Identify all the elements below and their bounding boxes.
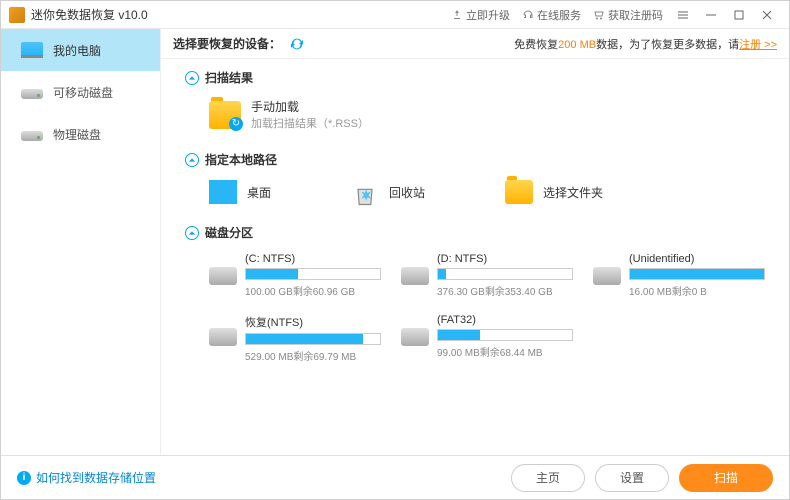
partition-size: 529.00 MB剩余69.79 MB (245, 348, 381, 363)
section-scan-result: 扫描结果 ↻ 手动加载 加载扫描结果（*.RSS） (185, 69, 765, 131)
computer-icon (21, 42, 43, 58)
online-service-link[interactable]: 在线服务 (522, 7, 581, 23)
recycle-bin-icon (351, 180, 379, 204)
partition-usage-bar (437, 329, 573, 341)
info-icon: i (17, 471, 31, 485)
menu-button[interactable] (669, 5, 697, 25)
reg-code-link[interactable]: 获取注册码 (593, 7, 663, 23)
upgrade-icon (451, 9, 463, 21)
content-body: 扫描结果 ↻ 手动加载 加载扫描结果（*.RSS） 指定本地路径 (161, 59, 789, 455)
drive-icon (209, 267, 237, 285)
partition-size: 100.00 GB剩余60.96 GB (245, 283, 381, 298)
partition-usage-bar (245, 268, 381, 280)
partition-label: (FAT32) (437, 314, 573, 326)
main: 我的电脑 可移动磁盘 物理磁盘 选择要恢复的设备： 免费恢复200 MB数据，为… (1, 29, 789, 455)
section-partitions: 磁盘分区 (C: NTFS) 100.00 GB剩余60.96 GB (D: N… (185, 224, 765, 363)
content-header: 选择要恢复的设备： 免费恢复200 MB数据，为了恢复更多数据，请注册 >> (161, 29, 789, 59)
cart-icon (593, 9, 605, 21)
headset-icon (522, 9, 534, 21)
register-link[interactable]: 注册 >> (739, 39, 777, 51)
partition-label: 恢复(NTFS) (245, 314, 381, 330)
folder-icon (505, 180, 533, 204)
help-link[interactable]: i 如何找到数据存储位置 (17, 469, 156, 486)
partition-size: 99.00 MB剩余68.44 MB (437, 344, 573, 359)
content: 选择要恢复的设备： 免费恢复200 MB数据，为了恢复更多数据，请注册 >> 扫… (161, 29, 789, 455)
path-select-folder[interactable]: 选择文件夹 (505, 180, 603, 204)
drive-icon (401, 328, 429, 346)
footer: i 如何找到数据存储位置 主页 设置 扫描 (1, 455, 789, 499)
partition-item[interactable]: 恢复(NTFS) 529.00 MB剩余69.79 MB (209, 314, 381, 363)
sidebar: 我的电脑 可移动磁盘 物理磁盘 (1, 29, 161, 455)
titlebar: 迷你免数据恢复 v10.0 立即升级 在线服务 获取注册码 (1, 1, 789, 29)
drive-icon (401, 267, 429, 285)
app-title: 迷你免数据恢复 v10.0 (31, 6, 148, 23)
partition-usage-bar (437, 268, 573, 280)
scan-button[interactable]: 扫描 (679, 464, 773, 492)
chevron-up-icon[interactable] (185, 71, 199, 85)
drive-icon (209, 328, 237, 346)
path-desktop[interactable]: 桌面 (209, 180, 271, 204)
folder-load-icon: ↻ (209, 101, 241, 129)
manual-load-item[interactable]: ↻ 手动加载 加载扫描结果（*.RSS） (185, 98, 765, 131)
home-button[interactable]: 主页 (511, 464, 585, 492)
app-icon (9, 7, 25, 23)
sidebar-item-physical[interactable]: 物理磁盘 (1, 113, 160, 155)
upgrade-link[interactable]: 立即升级 (451, 7, 510, 23)
partition-item[interactable]: (C: NTFS) 100.00 GB剩余60.96 GB (209, 253, 381, 298)
desktop-icon (209, 180, 237, 204)
partition-item[interactable]: (D: NTFS) 376.30 GB剩余353.40 GB (401, 253, 573, 298)
partition-label: (C: NTFS) (245, 253, 381, 265)
partition-size: 376.30 GB剩余353.40 GB (437, 283, 573, 298)
close-button[interactable] (753, 5, 781, 25)
maximize-button[interactable] (725, 5, 753, 25)
partition-usage-bar (629, 268, 765, 280)
promo-text: 免费恢复200 MB数据，为了恢复更多数据，请注册 >> (514, 36, 777, 52)
settings-button[interactable]: 设置 (595, 464, 669, 492)
partition-usage-bar (245, 333, 381, 345)
drive-icon (593, 267, 621, 285)
removable-disk-icon (21, 89, 43, 99)
path-recycle-bin[interactable]: 回收站 (351, 180, 425, 204)
section-specify-path: 指定本地路径 桌面 回收站 选择文件夹 (185, 151, 765, 204)
sidebar-item-removable[interactable]: 可移动磁盘 (1, 71, 160, 113)
partition-item[interactable]: (Unidentified) 16.00 MB剩余0 B (593, 253, 765, 298)
chevron-up-icon[interactable] (185, 226, 199, 240)
partition-label: (Unidentified) (629, 253, 765, 265)
chevron-up-icon[interactable] (185, 153, 199, 167)
select-device-label: 选择要恢复的设备： (173, 35, 281, 52)
physical-disk-icon (21, 131, 43, 141)
partition-item[interactable]: (FAT32) 99.00 MB剩余68.44 MB (401, 314, 573, 363)
minimize-button[interactable] (697, 5, 725, 25)
refresh-icon[interactable] (289, 36, 305, 52)
sidebar-item-my-computer[interactable]: 我的电脑 (1, 29, 160, 71)
partition-label: (D: NTFS) (437, 253, 573, 265)
partition-size: 16.00 MB剩余0 B (629, 283, 765, 298)
